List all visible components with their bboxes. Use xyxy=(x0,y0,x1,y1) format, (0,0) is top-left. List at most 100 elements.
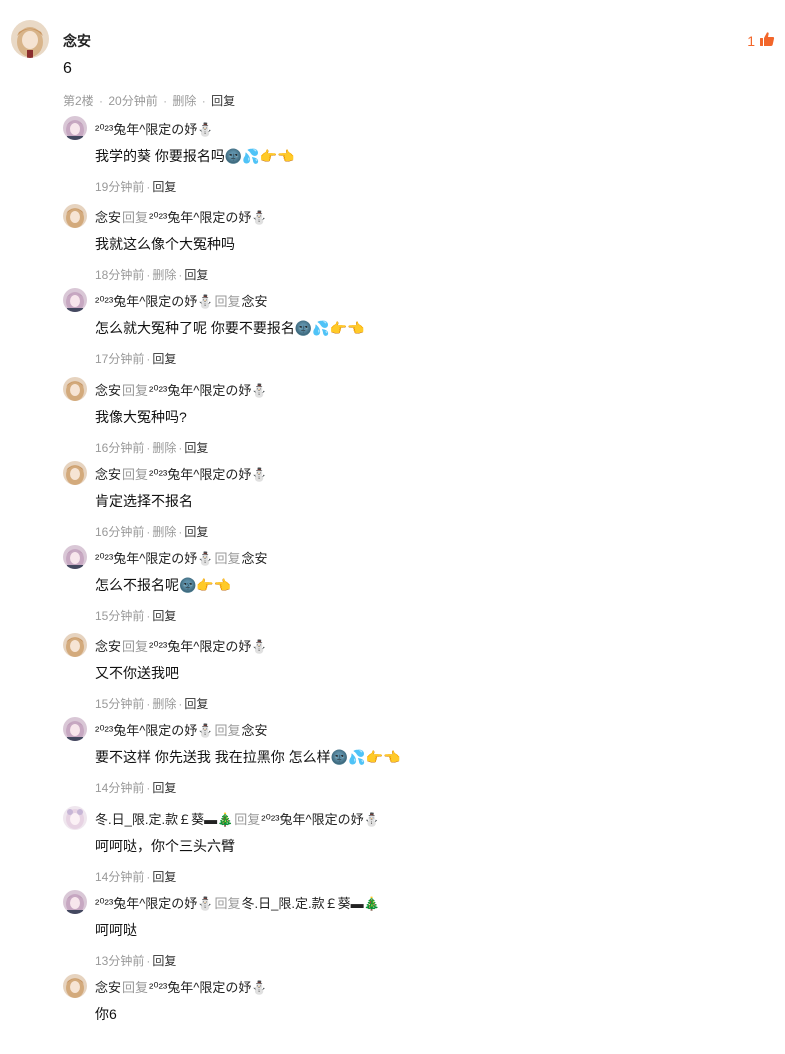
reply-button[interactable]: 回复 xyxy=(152,609,176,623)
avatar[interactable] xyxy=(63,461,87,485)
reply-item: 念安 回复 ²⁰²³兔年^限定の妤⛄ 又不你送我吧 15分钟前 · 删除 · 回复 xyxy=(0,633,785,713)
reply-target[interactable]: ²⁰²³兔年^限定の妤⛄ xyxy=(149,464,268,483)
comment-text: 6 xyxy=(63,60,72,77)
reply-item: ²⁰²³兔年^限定の妤⛄ 回复 念安 怎么就大冤种了呢 你要不要报名🌚💦👉👈 17分钟前… xyxy=(0,288,785,368)
reply-button[interactable]: 回复 xyxy=(211,94,235,108)
reply-meta: 16分钟前 · 删除 · 回复 xyxy=(95,523,208,540)
reply-text: 又不你送我吧 xyxy=(95,665,179,681)
avatar[interactable] xyxy=(63,204,87,228)
reply-button[interactable]: 回复 xyxy=(184,525,208,539)
reply-header: 念安 回复 ²⁰²³兔年^限定の妤⛄ xyxy=(95,380,268,399)
avatar[interactable] xyxy=(63,288,87,312)
reply-target[interactable]: ²⁰²³兔年^限定の妤⛄ xyxy=(149,977,268,996)
reply-button[interactable]: 回复 xyxy=(184,268,208,282)
reply-item: ²⁰²³兔年^限定の妤⛄ 回复 冬.日_限.定.款￡葵▬🎄 呵呵哒 13分钟前 · 回复 xyxy=(0,890,785,970)
avatar[interactable] xyxy=(63,974,87,998)
reply-meta: 19分钟前 · 回复 xyxy=(95,178,176,195)
reply-item: 念安 回复 ²⁰²³兔年^限定の妤⛄ 你6 xyxy=(0,974,785,1054)
like-count: 1 xyxy=(747,32,755,49)
reply-author[interactable]: ²⁰²³兔年^限定の妤⛄ xyxy=(95,119,214,138)
reply-author[interactable]: ²⁰²³兔年^限定の妤⛄ xyxy=(95,291,214,310)
reply-text: 怎么就大冤种了呢 你要不要报名🌚💦👉👈 xyxy=(95,320,365,336)
timestamp: 20分钟前 xyxy=(108,94,158,108)
reply-item: 冬.日_限.定.款￡葵▬🎄 回复 ²⁰²³兔年^限定の妤⛄ 呵呵哒，你个三头六臂 14分… xyxy=(0,806,785,886)
author-name[interactable]: 念安 xyxy=(63,31,91,51)
reply-author[interactable]: ²⁰²³兔年^限定の妤⛄ xyxy=(95,893,214,912)
reply-text: 我就这么像个大冤种吗 xyxy=(95,236,235,252)
reply-header: ²⁰²³兔年^限定の妤⛄ 回复 冬.日_限.定.款￡葵▬🎄 xyxy=(95,893,380,912)
reply-button[interactable]: 回复 xyxy=(152,870,176,884)
reply-header: ²⁰²³兔年^限定の妤⛄ 回复 念安 xyxy=(95,720,268,739)
timestamp: 16分钟前 xyxy=(95,525,145,539)
timestamp: 17分钟前 xyxy=(95,352,145,366)
reply-author[interactable]: 念安 xyxy=(95,380,121,399)
timestamp: 16分钟前 xyxy=(95,441,145,455)
reply-author[interactable]: 念安 xyxy=(95,977,121,996)
timestamp: 13分钟前 xyxy=(95,954,145,968)
reply-to-label: 回复 xyxy=(214,294,241,309)
floor-label: 第2楼 xyxy=(63,94,94,108)
reply-text: 要不这样 你先送我 我在拉黑你 怎么样🌚💦👉👈 xyxy=(95,749,401,765)
reply-button[interactable]: 回复 xyxy=(184,697,208,711)
avatar[interactable] xyxy=(63,545,87,569)
reply-target[interactable]: ²⁰²³兔年^限定の妤⛄ xyxy=(149,207,268,226)
reply-text: 你6 xyxy=(95,1006,117,1022)
avatar[interactable] xyxy=(63,806,87,830)
reply-target[interactable]: 冬.日_限.定.款￡葵▬🎄 xyxy=(242,893,380,912)
reply-author[interactable]: 念安 xyxy=(95,464,121,483)
avatar[interactable] xyxy=(63,377,87,401)
reply-target[interactable]: 念安 xyxy=(242,720,268,739)
avatar[interactable] xyxy=(11,20,49,58)
reply-header: 念安 回复 ²⁰²³兔年^限定の妤⛄ xyxy=(95,207,268,226)
reply-author[interactable]: ²⁰²³兔年^限定の妤⛄ xyxy=(95,548,214,567)
reply-author[interactable]: 冬.日_限.定.款￡葵▬🎄 xyxy=(95,809,233,828)
timestamp: 19分钟前 xyxy=(95,180,145,194)
reply-text: 怎么不报名呢🌚👉👈 xyxy=(95,577,232,593)
reply-target[interactable]: ²⁰²³兔年^限定の妤⛄ xyxy=(149,380,268,399)
reply-target[interactable]: ²⁰²³兔年^限定の妤⛄ xyxy=(149,636,268,655)
reply-item: ²⁰²³兔年^限定の妤⛄ 回复 念安 要不这样 你先送我 我在拉黑你 怎么样🌚💦👉👈 1… xyxy=(0,717,785,797)
reply-meta: 17分钟前 · 回复 xyxy=(95,350,176,367)
separator: · xyxy=(201,94,206,108)
reply-item: ²⁰²³兔年^限定の妤⛄ 回复 念安 怎么不报名呢🌚👉👈 15分钟前 · 回复 xyxy=(0,545,785,625)
timestamp: 15分钟前 xyxy=(95,609,145,623)
reply-item: 念安 回复 ²⁰²³兔年^限定の妤⛄ 我就这么像个大冤种吗 18分钟前 · 删除 · 回复 xyxy=(0,204,785,284)
reply-to-label: 回复 xyxy=(234,812,261,827)
avatar[interactable] xyxy=(63,633,87,657)
reply-header: ²⁰²³兔年^限定の妤⛄ 回复 念安 xyxy=(95,548,268,567)
thumbs-up-icon xyxy=(759,31,775,50)
reply-header: 念安 回复 ²⁰²³兔年^限定の妤⛄ xyxy=(95,464,268,483)
reply-header: 念安 回复 ²⁰²³兔年^限定の妤⛄ xyxy=(95,636,268,655)
delete-button[interactable]: 删除 xyxy=(152,697,176,711)
reply-target[interactable]: 念安 xyxy=(242,291,268,310)
timestamp: 14分钟前 xyxy=(95,781,145,795)
reply-button[interactable]: 回复 xyxy=(184,441,208,455)
reply-button[interactable]: 回复 xyxy=(152,954,176,968)
reply-target[interactable]: 念安 xyxy=(242,548,268,567)
reply-meta: 14分钟前 · 回复 xyxy=(95,868,176,885)
like-button[interactable]: 1 xyxy=(747,31,775,50)
delete-button[interactable]: 删除 xyxy=(152,268,176,282)
reply-item: 念安 回复 ²⁰²³兔年^限定の妤⛄ 肯定选择不报名 16分钟前 · 删除 · 回复 xyxy=(0,461,785,541)
delete-button[interactable]: 删除 xyxy=(152,441,176,455)
avatar[interactable] xyxy=(63,717,87,741)
avatar[interactable] xyxy=(63,890,87,914)
timestamp: 15分钟前 xyxy=(95,697,145,711)
delete-button[interactable]: 删除 xyxy=(152,525,176,539)
reply-to-label: 回复 xyxy=(122,639,149,654)
reply-to-label: 回复 xyxy=(122,383,149,398)
reply-button[interactable]: 回复 xyxy=(152,180,176,194)
reply-header: 冬.日_限.定.款￡葵▬🎄 回复 ²⁰²³兔年^限定の妤⛄ xyxy=(95,809,380,828)
reply-author[interactable]: 念安 xyxy=(95,636,121,655)
reply-author[interactable]: ²⁰²³兔年^限定の妤⛄ xyxy=(95,720,214,739)
reply-to-label: 回复 xyxy=(214,896,241,911)
reply-meta: 18分钟前 · 删除 · 回复 xyxy=(95,266,208,283)
reply-to-label: 回复 xyxy=(214,551,241,566)
avatar[interactable] xyxy=(63,116,87,140)
reply-button[interactable]: 回复 xyxy=(152,781,176,795)
reply-author[interactable]: 念安 xyxy=(95,207,121,226)
reply-button[interactable]: 回复 xyxy=(152,352,176,366)
delete-button[interactable]: 删除 xyxy=(172,94,196,108)
reply-meta: 16分钟前 · 删除 · 回复 xyxy=(95,439,208,456)
reply-target[interactable]: ²⁰²³兔年^限定の妤⛄ xyxy=(261,809,380,828)
